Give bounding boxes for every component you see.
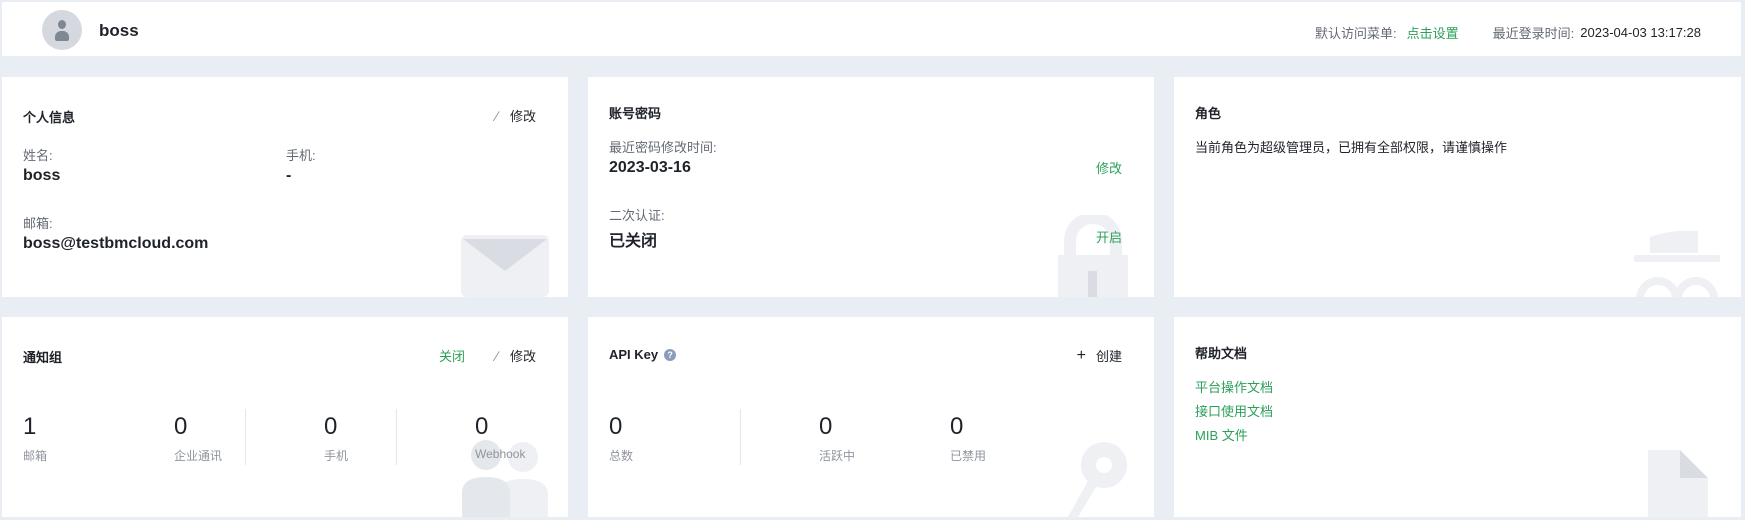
email-value: boss@testbmcloud.com	[23, 235, 209, 252]
account-password-card: 账号密码 最近密码修改时间: 2023-03-16 修改 二次认证: 已关闭 开…	[588, 77, 1154, 297]
stat-label: 活跃中	[819, 449, 856, 463]
email-label: 邮箱:	[23, 216, 53, 231]
last-login-label: 最近登录时间:	[1492, 26, 1575, 41]
envelope-icon	[461, 235, 549, 297]
last-login-value: 2023-04-03 13:17:28	[1580, 25, 1701, 40]
twofa-value: 已关闭	[609, 233, 658, 250]
twofa-enable-link[interactable]: 开启	[1096, 227, 1122, 246]
role-description: 当前角色为超级管理员，已拥有全部权限，请谨慎操作	[1195, 140, 1508, 155]
notify-group-title: 通知组	[23, 350, 63, 365]
api-key-create-button[interactable]: + 创建	[1077, 346, 1122, 365]
help-link-api-doc[interactable]: 接口使用文档	[1195, 401, 1273, 420]
edit-icon: ∕	[495, 347, 498, 364]
key-icon	[1068, 442, 1127, 517]
phone-label: 手机:	[286, 148, 316, 163]
help-link-platform-doc[interactable]: 平台操作文档	[1195, 377, 1273, 396]
stat-label: 已禁用	[950, 449, 987, 463]
edit-label: 修改	[509, 109, 536, 124]
stat-webhook: 0 Webhook	[475, 413, 525, 461]
user-icon	[58, 20, 66, 29]
stat-email: 1 邮箱	[23, 413, 47, 464]
divider	[740, 409, 741, 465]
password-changed-value: 2023-03-16	[609, 159, 691, 176]
help-icon[interactable]: ?	[664, 348, 677, 361]
stat-label: 企业通讯	[174, 449, 223, 463]
divider	[245, 409, 246, 465]
api-key-title-row: API Key ?	[609, 347, 677, 362]
edit-label: 修改	[509, 349, 536, 364]
stat-im: 0 企业通讯	[174, 413, 222, 464]
help-docs-title: 帮助文档	[1195, 346, 1248, 361]
stat-number: 0	[475, 413, 489, 440]
stat-number: 1	[23, 413, 37, 440]
stat-number: 0	[609, 413, 623, 440]
stat-label: 总数	[609, 449, 634, 463]
api-key-title: API Key	[609, 347, 659, 362]
stat-label: 邮箱	[23, 449, 48, 463]
help-docs-card: 帮助文档 平台操作文档 接口使用文档 MIB 文件	[1174, 317, 1741, 517]
create-label: 创建	[1095, 349, 1122, 364]
default-menu-label: 默认访问菜单:	[1315, 26, 1397, 41]
name-value: boss	[23, 167, 61, 184]
stat-active: 0 活跃中	[819, 413, 855, 464]
phone-value: -	[286, 167, 292, 184]
default-menu-set-link[interactable]: 点击设置	[1407, 23, 1459, 42]
personal-info-card: 个人信息 ∕ 修改 姓名: boss 手机: - 邮箱: boss@testbm…	[2, 77, 568, 297]
stat-phone: 0 手机	[324, 413, 348, 464]
twofa-label: 二次认证:	[609, 208, 665, 223]
stat-total: 0 总数	[609, 413, 633, 464]
role-title: 角色	[1195, 106, 1222, 121]
document-icon	[1648, 450, 1708, 517]
role-hat-icon	[1634, 230, 1720, 297]
header-meta: 默认访问菜单: 点击设置 最近登录时间: 2023-04-03 13:17:28	[1315, 23, 1701, 42]
notify-edit-button[interactable]: ∕ 修改	[496, 346, 536, 365]
password-changed-label: 最近密码修改时间:	[609, 140, 717, 155]
stat-number: 0	[950, 413, 964, 440]
role-card: 角色 当前角色为超级管理员，已拥有全部权限，请谨慎操作	[1174, 77, 1741, 297]
stat-number: 0	[174, 413, 188, 440]
stat-label: 手机	[324, 449, 349, 463]
profile-header: boss 默认访问菜单: 点击设置 最近登录时间: 2023-04-03 13:…	[2, 2, 1741, 56]
stat-label: Webhook	[475, 447, 526, 461]
api-key-card: API Key ? + 创建 0 总数 0 活跃中 0 已禁用	[588, 317, 1154, 517]
stat-disabled: 0 已禁用	[950, 413, 986, 464]
stat-number: 0	[819, 413, 833, 440]
password-edit-link[interactable]: 修改	[1096, 158, 1122, 177]
name-label: 姓名:	[23, 148, 53, 163]
account-password-title: 账号密码	[609, 106, 662, 121]
divider	[396, 409, 397, 465]
stat-number: 0	[324, 413, 338, 440]
notify-close-link[interactable]: 关闭	[439, 346, 465, 365]
personal-info-edit-button[interactable]: ∕ 修改	[496, 106, 536, 125]
avatar	[42, 10, 82, 50]
plus-icon: +	[1076, 346, 1086, 364]
username: boss	[99, 21, 139, 40]
notify-group-card: 通知组 关闭 ∕ 修改 1 邮箱 0 企业通讯 0 手机 0 Webhook	[2, 317, 568, 517]
edit-icon: ∕	[495, 107, 498, 124]
help-link-mib-file[interactable]: MIB 文件	[1195, 425, 1248, 444]
personal-info-title: 个人信息	[23, 110, 76, 125]
